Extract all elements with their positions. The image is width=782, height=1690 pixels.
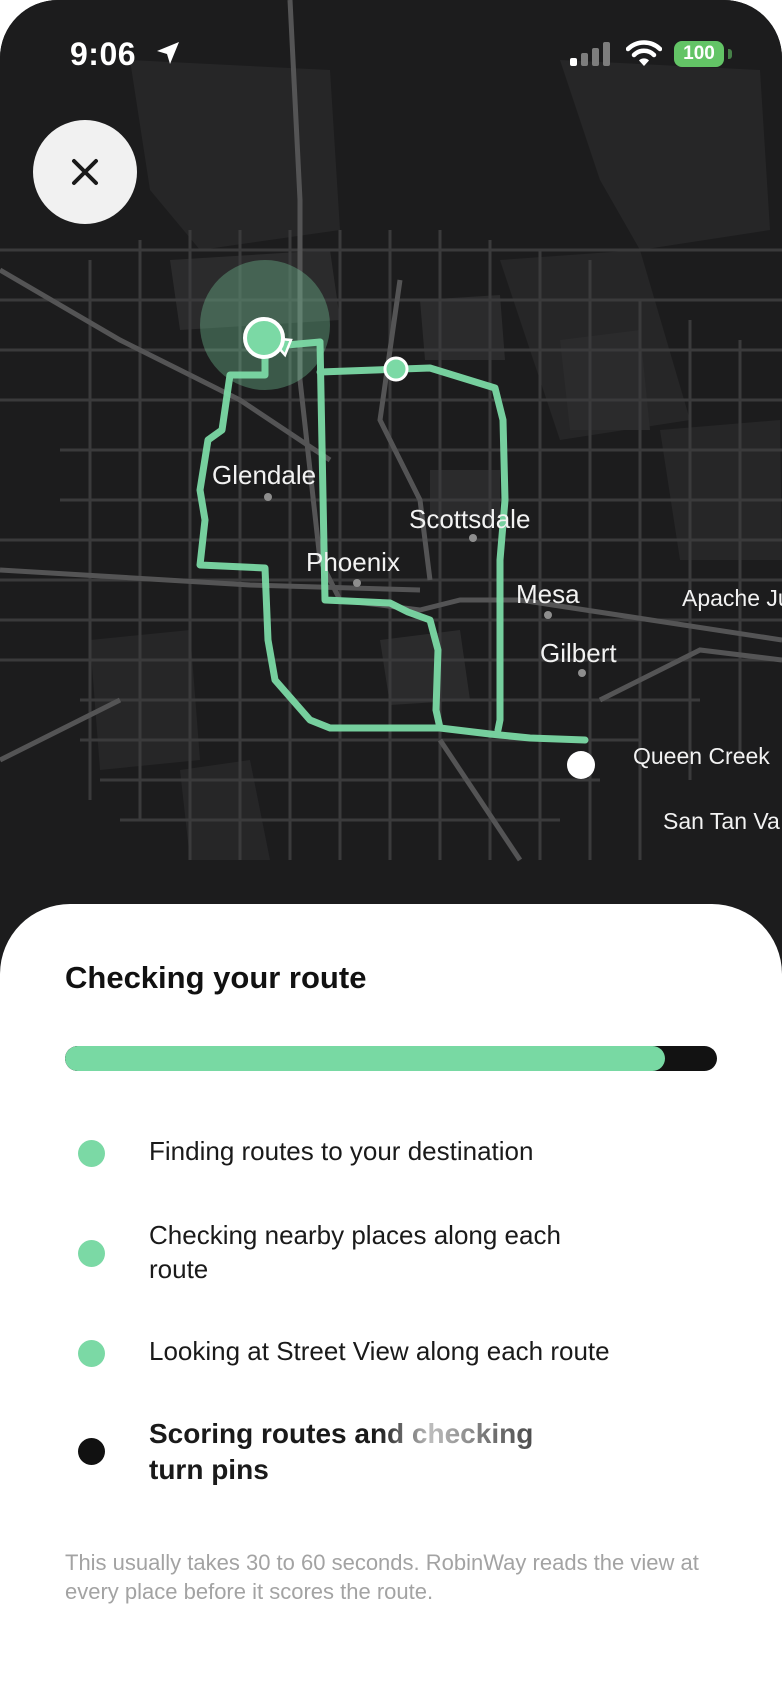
wifi-icon	[626, 40, 662, 66]
city-label-mesa: Mesa	[516, 579, 580, 609]
city-label-apache-junction: Apache Ju	[682, 585, 782, 611]
close-button[interactable]	[33, 120, 137, 224]
start-marker[interactable]	[243, 317, 285, 359]
city-label-glendale: Glendale	[212, 460, 317, 490]
step-label-active: Scoring routes and checking turn pins	[149, 1416, 589, 1488]
step-label: Checking nearby places along each route	[149, 1220, 561, 1284]
waypoint-marker[interactable]	[383, 356, 409, 382]
phone-frame: Glendale Phoenix Scottsdale Mesa Gilbert…	[0, 0, 782, 1690]
status-bar: 9:06 100	[0, 0, 782, 110]
footnote: This usually takes 30 to 60 seconds. Rob…	[65, 1550, 699, 1604]
step-dot-active	[78, 1438, 105, 1465]
destination-marker[interactable]	[567, 751, 595, 779]
progress-bar	[65, 1046, 717, 1071]
progress-fill	[65, 1046, 665, 1071]
sheet-title: Checking your route	[65, 960, 367, 995]
battery-cap	[728, 49, 732, 59]
location-arrow-icon	[157, 42, 179, 64]
step-dot-done	[78, 1140, 105, 1167]
step-dot-done	[78, 1340, 105, 1367]
close-icon	[72, 159, 98, 185]
city-label-san-tan-valley: San Tan Va	[663, 808, 780, 834]
city-label-queen-creek: Queen Creek	[633, 743, 770, 769]
step-label: Finding routes to your destination	[149, 1136, 534, 1166]
city-label-phoenix: Phoenix	[306, 547, 400, 577]
city-label-gilbert: Gilbert	[540, 638, 617, 668]
status-time: 9:06	[70, 36, 137, 72]
step-dot-done	[78, 1240, 105, 1267]
battery-icon: 100	[674, 41, 724, 67]
screen: Glendale Phoenix Scottsdale Mesa Gilbert…	[0, 0, 782, 1690]
city-label-scottsdale: Scottsdale	[409, 504, 531, 534]
signal-bars-icon	[570, 42, 610, 66]
step-label: Looking at Street View along each route	[149, 1336, 610, 1366]
